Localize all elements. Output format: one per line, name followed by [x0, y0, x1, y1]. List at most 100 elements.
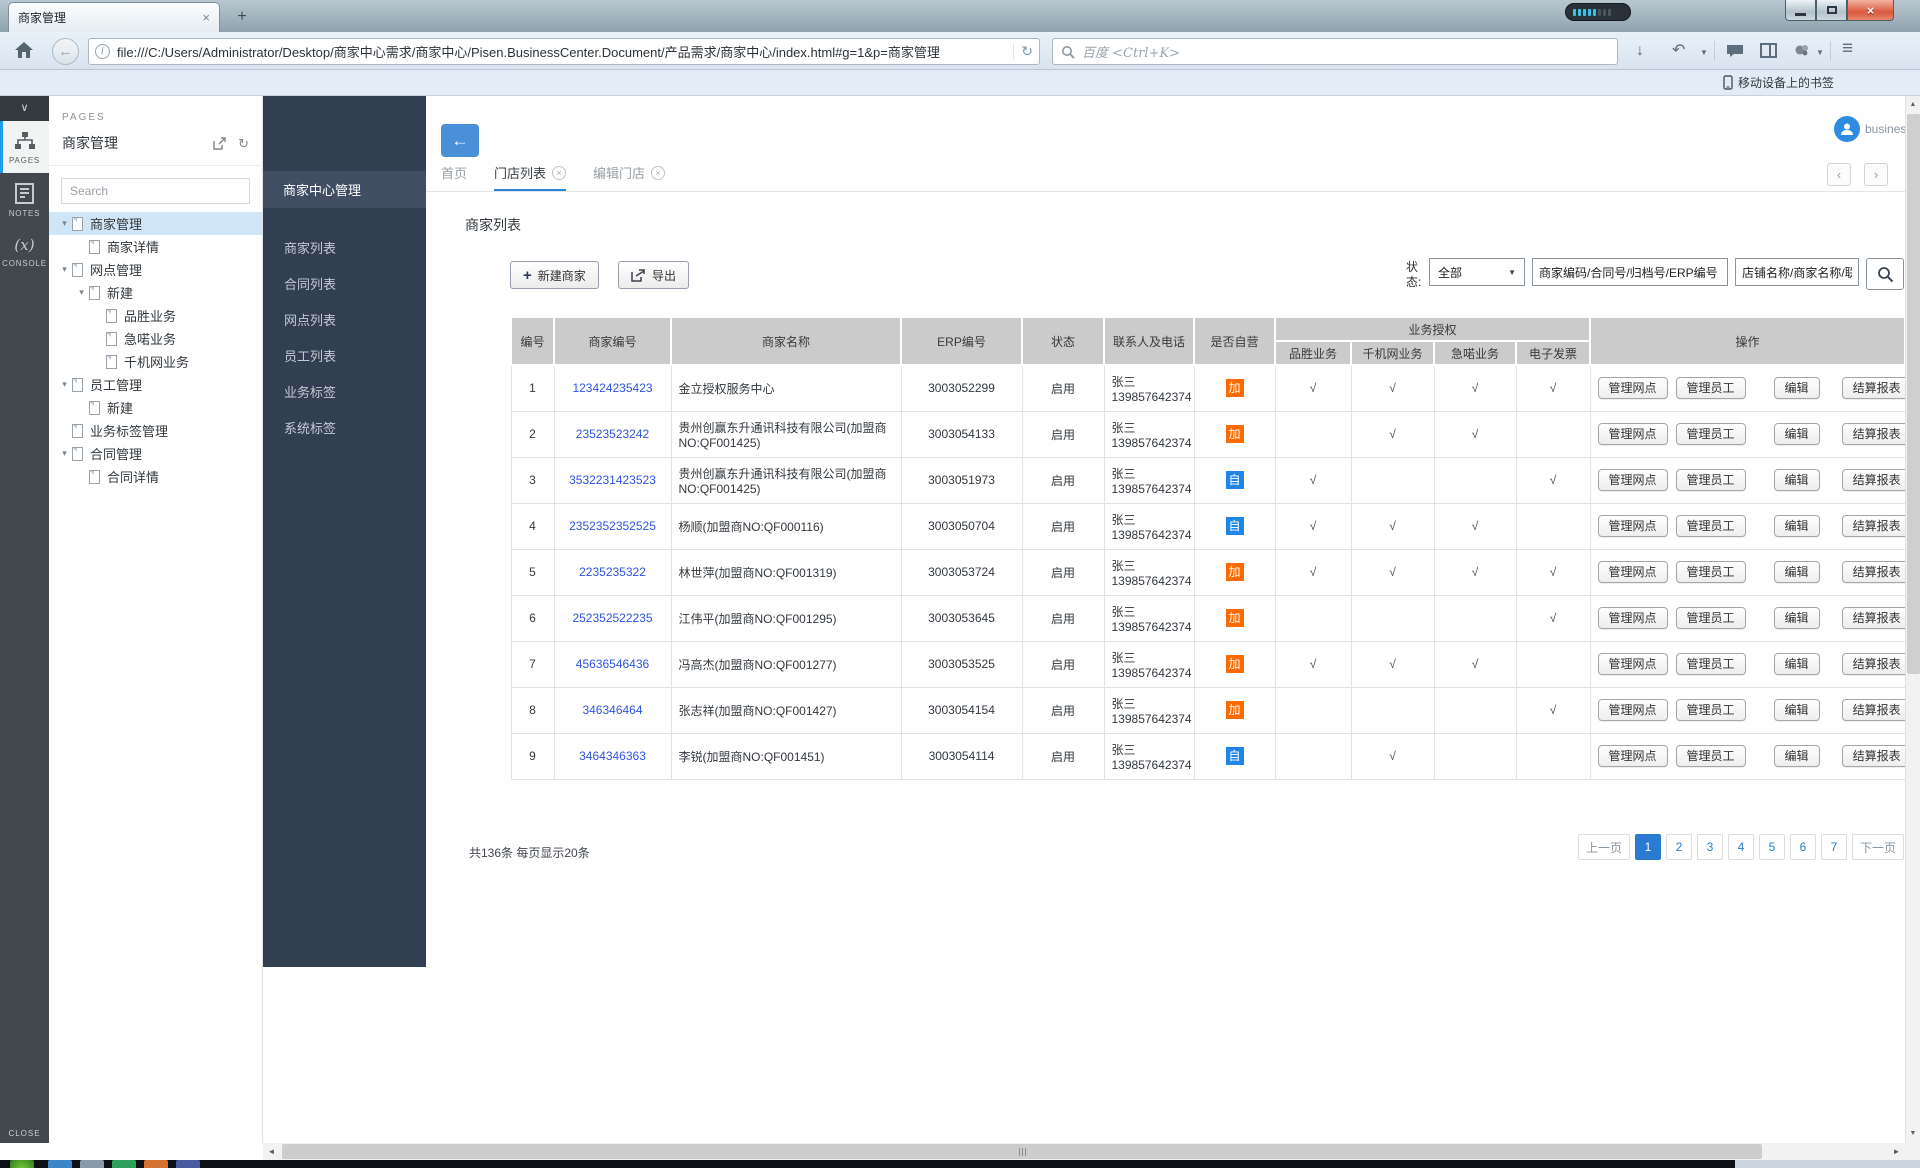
reload-icon[interactable]: ↻	[1013, 43, 1033, 60]
row-action-button[interactable]: 编辑	[1774, 515, 1820, 537]
taskbar-icon[interactable]	[176, 1160, 200, 1168]
sidebar-item[interactable]: 合同列表	[263, 265, 426, 301]
horizontal-scrollbar-thumb[interactable]	[282, 1144, 1762, 1159]
row-action-button[interactable]: 管理员工	[1676, 745, 1746, 767]
row-action-button[interactable]: 管理网点	[1598, 699, 1668, 721]
rail-item-pages[interactable]: PAGES	[0, 121, 49, 173]
merchant-code-link[interactable]: 123424235423	[572, 381, 652, 395]
sidebar-item[interactable]: 系统标签	[263, 409, 426, 445]
merchant-code-link[interactable]: 252352522235	[572, 611, 652, 625]
export-button[interactable]: 导出	[618, 261, 689, 289]
row-action-button[interactable]: 编辑	[1774, 653, 1820, 675]
tree-item[interactable]: 商家详情	[49, 235, 262, 258]
rail-item-console[interactable]: (x) CONSOLE	[0, 226, 49, 276]
merchant-code-link[interactable]: 23523523242	[576, 427, 649, 441]
tree-item[interactable]: ▾合同管理	[49, 442, 262, 465]
taskbar-icon[interactable]	[112, 1160, 136, 1168]
row-action-button[interactable]: 编辑	[1774, 377, 1820, 399]
minimize-button[interactable]	[1785, 0, 1816, 21]
tree-expand-icon[interactable]: ▾	[57, 379, 72, 390]
vertical-scrollbar-thumb[interactable]	[1907, 114, 1920, 674]
maximize-button[interactable]	[1816, 0, 1847, 21]
page-number-button[interactable]: 6	[1790, 834, 1816, 860]
back-button[interactable]: ←	[52, 38, 79, 65]
row-action-button[interactable]: 管理员工	[1676, 423, 1746, 445]
merchant-code-link[interactable]: 346346464	[582, 703, 642, 717]
tab-close-icon[interactable]: ×	[552, 166, 566, 180]
system-tray[interactable]	[1735, 1160, 1920, 1168]
mobile-bookmarks[interactable]: 移动设备上的书签	[1723, 74, 1834, 91]
merchant-code-link[interactable]: 2235235322	[579, 565, 646, 579]
sync-icon[interactable]: ↻	[238, 137, 249, 150]
tab-close-icon[interactable]: ×	[651, 166, 665, 180]
downloads-icon[interactable]: ↓	[1636, 42, 1644, 60]
row-action-button[interactable]: 结算报表	[1842, 377, 1905, 399]
row-action-button[interactable]: 结算报表	[1842, 653, 1905, 675]
tree-item[interactable]: ▾商家管理	[49, 212, 262, 235]
row-action-button[interactable]: 管理网点	[1598, 745, 1668, 767]
page-back-button[interactable]: ←	[441, 124, 479, 157]
row-action-button[interactable]: 编辑	[1774, 607, 1820, 629]
browser-tab[interactable]: 商家管理 ×	[8, 2, 220, 32]
row-action-button[interactable]: 管理网点	[1598, 377, 1668, 399]
pages-search-input[interactable]	[61, 178, 250, 204]
tree-expand-icon[interactable]: ▾	[57, 264, 72, 275]
table-search-button[interactable]	[1866, 258, 1904, 290]
taskbar-icon[interactable]	[48, 1160, 72, 1168]
scroll-left-icon[interactable]: ◄	[263, 1143, 280, 1160]
row-action-button[interactable]: 编辑	[1774, 699, 1820, 721]
rail-close-button[interactable]: CLOSE	[0, 1129, 49, 1138]
row-action-button[interactable]: 编辑	[1774, 423, 1820, 445]
page-number-button[interactable]: 5	[1759, 834, 1785, 860]
share-icon[interactable]	[213, 137, 226, 150]
page-number-button[interactable]: 1	[1635, 834, 1661, 860]
sidebar-header[interactable]: 商家中心管理	[263, 171, 426, 208]
content-tab[interactable]: 编辑门店×	[593, 156, 665, 191]
sidebar-item[interactable]: 员工列表	[263, 337, 426, 373]
sidebar-item[interactable]: 商家列表	[263, 229, 426, 265]
tree-item[interactable]: 品胜业务	[49, 304, 262, 327]
menu-icon[interactable]: ≡	[1842, 40, 1853, 58]
merchant-code-input[interactable]	[1532, 258, 1728, 286]
tree-expand-icon[interactable]: ▾	[57, 448, 72, 459]
row-action-button[interactable]: 结算报表	[1842, 515, 1905, 537]
row-action-button[interactable]: 结算报表	[1842, 423, 1905, 445]
row-action-button[interactable]: 管理员工	[1676, 469, 1746, 491]
sidebar-item[interactable]: 网点列表	[263, 301, 426, 337]
horizontal-scrollbar[interactable]: ◄ ►	[263, 1143, 1905, 1160]
home-icon[interactable]	[14, 40, 34, 60]
row-action-button[interactable]: 编辑	[1774, 745, 1820, 767]
row-action-button[interactable]: 编辑	[1774, 469, 1820, 491]
row-action-button[interactable]: 管理网点	[1598, 515, 1668, 537]
tree-item[interactable]: ▾员工管理	[49, 373, 262, 396]
plugin-caret-icon[interactable]: ▼	[1816, 48, 1824, 57]
tree-item[interactable]: 千机网业务	[49, 350, 262, 373]
taskbar-icon[interactable]	[144, 1160, 168, 1168]
scroll-right-icon[interactable]: ►	[1888, 1143, 1905, 1160]
taskbar-icon[interactable]	[80, 1160, 104, 1168]
new-merchant-button[interactable]: + 新建商家	[510, 261, 599, 289]
row-action-button[interactable]: 结算报表	[1842, 607, 1905, 629]
url-bar[interactable]: i file:///C:/Users/Administrator/Desktop…	[88, 38, 1040, 65]
content-tab[interactable]: 门店列表×	[494, 156, 566, 191]
tabs-scroll-right-icon[interactable]: ›	[1864, 163, 1888, 186]
tree-item[interactable]: ▾新建	[49, 281, 262, 304]
prev-page-button[interactable]: 上一页	[1578, 834, 1630, 860]
scroll-down-icon[interactable]: ▼	[1906, 1126, 1920, 1142]
row-action-button[interactable]: 管理网点	[1598, 653, 1668, 675]
page-number-button[interactable]: 3	[1697, 834, 1723, 860]
content-tab[interactable]: 首页	[441, 156, 467, 191]
sidebar-item[interactable]: 业务标签	[263, 373, 426, 409]
chat-icon[interactable]	[1726, 44, 1744, 58]
row-action-button[interactable]: 管理员工	[1676, 653, 1746, 675]
new-tab-button[interactable]: +	[228, 7, 256, 29]
taskbar[interactable]	[0, 1160, 1920, 1168]
browser-search-field[interactable]: 百度 <Ctrl+K>	[1052, 38, 1618, 65]
plugin-icon[interactable]	[1794, 43, 1810, 58]
rail-collapse-icon[interactable]: ∨	[0, 96, 49, 121]
row-action-button[interactable]: 管理员工	[1676, 561, 1746, 583]
tab-groups-icon[interactable]	[1760, 43, 1777, 58]
page-number-button[interactable]: 4	[1728, 834, 1754, 860]
row-action-button[interactable]: 管理员工	[1676, 607, 1746, 629]
page-number-button[interactable]: 7	[1821, 834, 1847, 860]
